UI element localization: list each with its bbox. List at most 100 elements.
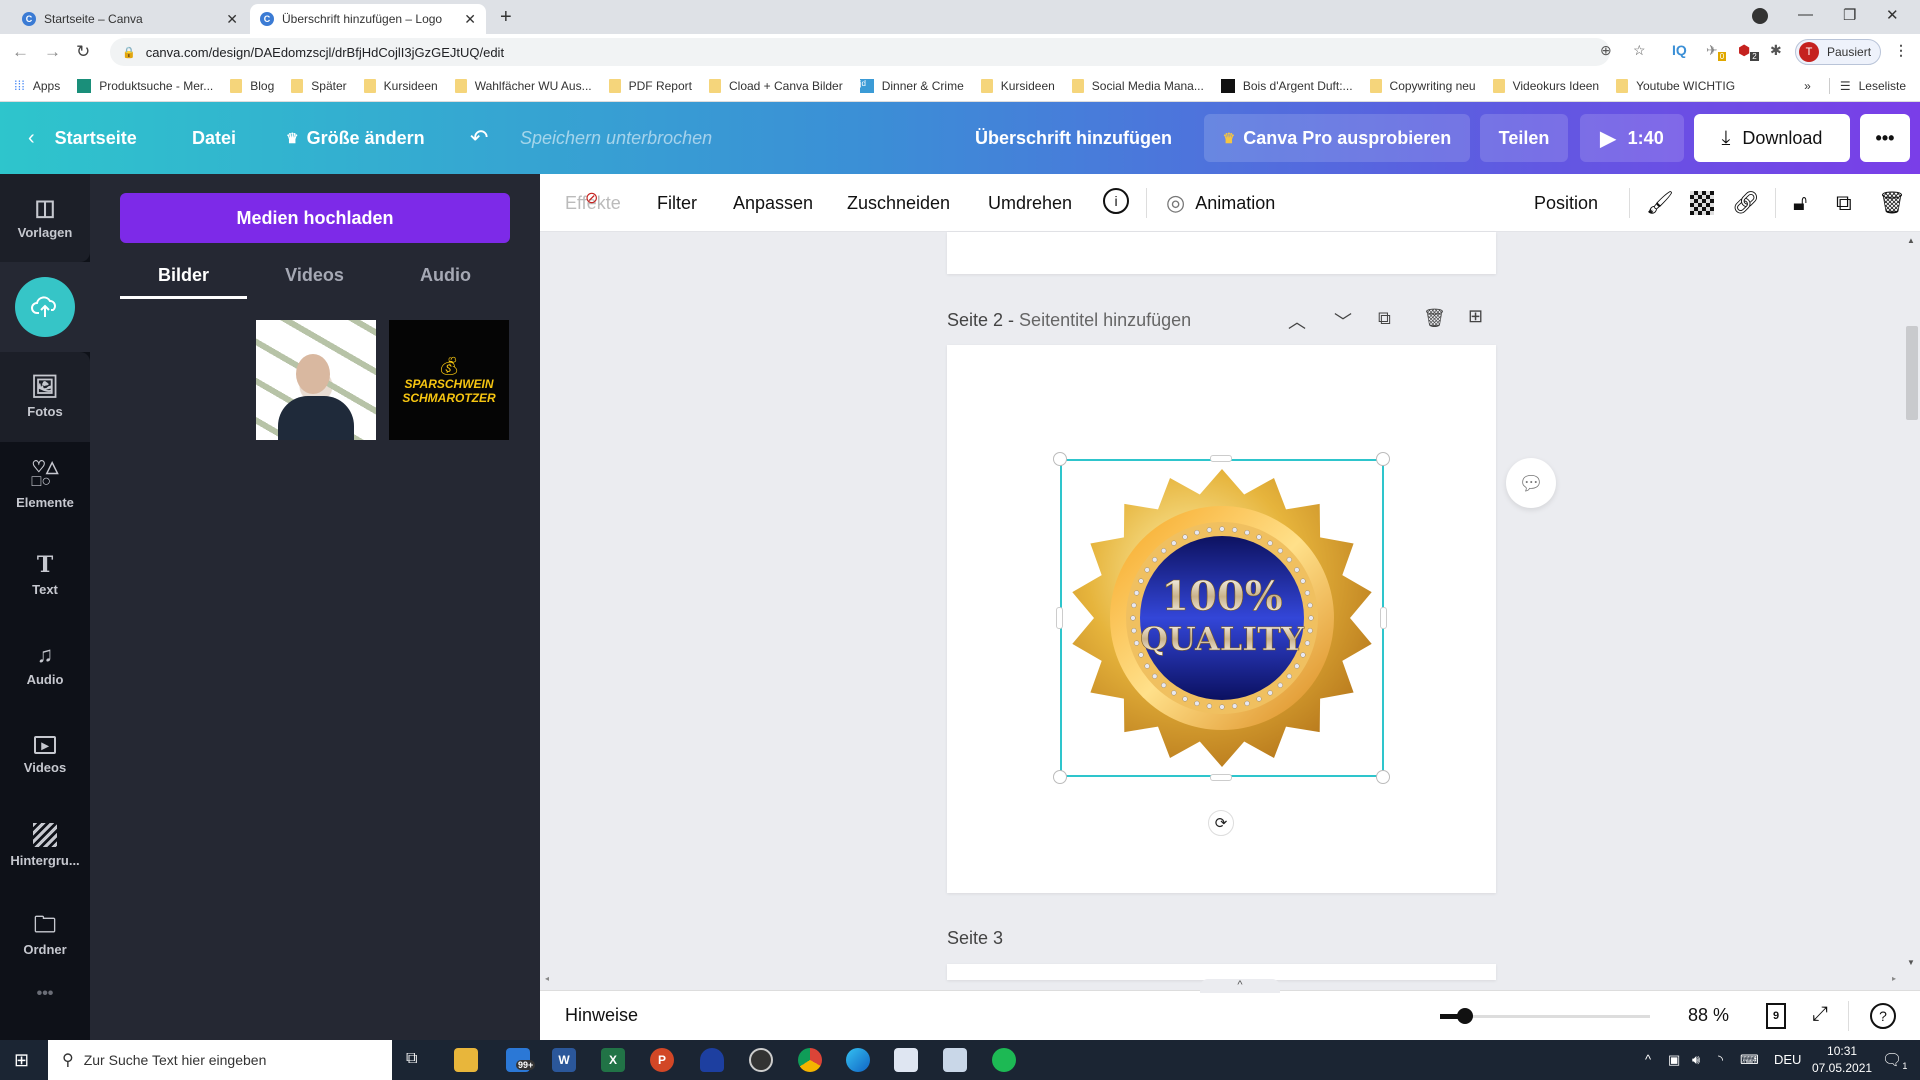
browser-tab-active[interactable]: C Überschrift hinzufügen – Logo ✕ [250,4,486,34]
clock[interactable]: 10:31 07.05.2021 [1812,1043,1872,1077]
zoom-slider-handle[interactable] [1457,1008,1474,1024]
bookmark-item[interactable]: Youtube WICHTIG [1616,78,1735,93]
present-button[interactable]: ▶ 1:40 [1580,114,1684,162]
page-title-placeholder[interactable]: Seitentitel hinzufügen [1019,310,1191,330]
bookmark-item[interactable]: Kursideen [980,78,1055,93]
unlock-icon[interactable]: 🔓︎ [1793,190,1807,216]
media-control-icon[interactable] [1752,8,1768,24]
back-icon[interactable]: ← [12,42,29,62]
adjust-button[interactable]: Anpassen [733,174,813,232]
home-button[interactable]: ‹ Startseite [28,102,137,174]
design-title[interactable]: Überschrift hinzufügen [975,102,1172,174]
file-menu-button[interactable]: Datei [192,102,236,174]
windows-start-icon[interactable]: ⊞ [14,1050,29,1071]
close-window-icon[interactable]: ✕ [1886,6,1899,24]
browser-tab-startseite[interactable]: C Startseite – Canva ✕ [12,4,248,34]
bookmark-item[interactable]: PDF Report [608,78,692,93]
spotify-icon[interactable] [992,1048,1016,1072]
try-pro-button[interactable]: ♛ Canva Pro ausprobieren [1204,114,1470,162]
wifi-icon[interactable]: ◝ [1718,1052,1723,1068]
resize-handle-nw[interactable] [1053,452,1067,466]
rail-item-folders[interactable]: 🗀 Ordner [0,892,90,978]
fullscreen-icon[interactable]: ⤢ [1812,1003,1828,1026]
profile-button[interactable]: T Pausiert [1795,39,1881,65]
page-grid-button[interactable]: 9 [1766,1003,1786,1029]
scroll-down-icon[interactable]: ▼ [1907,958,1915,967]
bookmark-item[interactable]: jd Dinner & Crime [859,78,964,93]
resize-handle-s[interactable] [1210,774,1232,781]
reading-list-button[interactable]: Leseliste [1859,79,1906,93]
reload-icon[interactable]: ↻ [76,42,90,62]
undo-icon[interactable]: ↶ [470,102,488,174]
notifications-icon[interactable]: 🗨︎1 [1882,1050,1907,1071]
language-indicator[interactable]: DEU [1774,1052,1801,1067]
url-input[interactable]: 🔒 canva.com/design/DAEdomzscjl/drBfjHdCo… [110,38,1610,66]
app-icon[interactable] [894,1048,918,1072]
new-tab-button[interactable]: + [500,6,512,29]
page-3-label[interactable]: Seite 3 [947,928,1003,949]
rail-item-text[interactable]: T Text [0,532,90,618]
page-1-bottom[interactable] [947,232,1496,274]
zoom-magnifier-icon[interactable]: ⊕ [1600,42,1612,59]
scrollbar-thumb[interactable] [1906,326,1918,420]
close-tab-icon[interactable]: ✕ [226,11,238,28]
notes-button[interactable]: Hinweise [565,1005,638,1026]
resize-handle-se[interactable] [1376,770,1390,784]
resize-handle-e[interactable] [1380,607,1387,629]
resize-handle-w[interactable] [1056,607,1063,629]
bookmark-item[interactable]: Wahlfächer WU Aus... [454,78,592,93]
add-page-icon[interactable]: ⊞ [1468,306,1483,327]
bookmark-item[interactable]: Videokurs Ideen [1492,78,1599,93]
rail-more-icon[interactable]: ••• [0,974,90,1014]
rail-item-photos[interactable]: 🖼︎ Fotos [0,352,90,442]
keyboard-icon[interactable]: ⌨ [1740,1052,1759,1068]
bookmark-apps[interactable]: ⁞⁞⁞ Apps [14,78,60,93]
zoom-percent[interactable]: 88 % [1688,1005,1729,1026]
page-2-label[interactable]: Seite 2 - Seitentitel hinzufügen [947,310,1191,331]
close-tab-icon[interactable]: ✕ [464,11,476,28]
camera-icon[interactable]: ▣ [1668,1052,1680,1068]
uploaded-image-thumbnail[interactable] [256,320,376,440]
animation-button[interactable]: ◎ Animation [1166,174,1275,232]
info-icon[interactable]: i [1103,188,1129,214]
bookmark-item[interactable]: Bois d'Argent Duft:... [1220,78,1353,93]
scroll-right-icon[interactable]: ▸ [1892,974,1896,983]
rail-item-templates[interactable]: ◫ Vorlagen [0,174,90,262]
page-3-canvas[interactable] [947,964,1496,980]
uploaded-image-thumbnail[interactable]: 💰︎ SPARSCHWEIN SCHMAROTZER [389,320,509,440]
chrome-icon[interactable] [798,1048,822,1072]
adblock-extension-icon[interactable]: ⬢ 2 [1738,42,1759,61]
bookmark-item[interactable]: Blog [230,78,274,93]
rotate-handle-icon[interactable]: ⟳ [1208,810,1234,836]
volume-icon[interactable]: 🔊︎ [1692,1052,1700,1068]
crop-button[interactable]: Zuschneiden [847,174,950,232]
tab-audio[interactable]: Audio [382,250,509,300]
powerpoint-icon[interactable]: P [650,1048,674,1072]
scroll-left-icon[interactable]: ◂ [545,974,549,983]
bookmark-item[interactable]: Copywriting neu [1369,78,1476,93]
tab-videos[interactable]: Videos [251,250,378,300]
bookmark-star-icon[interactable]: ☆ [1633,42,1646,59]
upload-media-button[interactable]: Medien hochladen [120,193,510,243]
bookmarks-overflow-button[interactable]: » [1804,79,1811,93]
flip-button[interactable]: Umdrehen [988,174,1072,232]
duplicate-icon[interactable]: ⧉ [1836,190,1852,216]
resize-handle-n[interactable] [1210,455,1232,462]
taskbar-search-input[interactable]: ⚲ Zur Suche Text hier eingeben [48,1040,392,1080]
iq-extension-icon[interactable]: IQ [1672,42,1687,58]
bookmark-item[interactable]: Cload + Canva Bilder [708,78,843,93]
rail-item-elements[interactable]: ♡△ □○ Elemente [0,442,90,528]
effects-button[interactable]: Effekte ⊘ [565,174,621,232]
bookmark-item[interactable]: Social Media Mana... [1071,78,1204,93]
rail-item-videos[interactable]: ▸ Videos [0,712,90,798]
task-view-icon[interactable]: ⧉ [406,1050,417,1068]
add-comment-icon[interactable]: 💬︎ [1506,458,1556,508]
excel-icon[interactable]: X [601,1048,625,1072]
delete-icon[interactable]: 🗑︎ [1878,190,1906,216]
share-button[interactable]: Teilen [1480,114,1568,162]
restore-icon[interactable]: ❐ [1843,6,1856,24]
download-button[interactable]: ⤓ Download [1694,114,1850,162]
minimize-icon[interactable]: — [1798,6,1813,23]
extensions-puzzle-icon[interactable]: ✱ [1770,42,1782,59]
transparency-icon[interactable] [1690,191,1714,215]
